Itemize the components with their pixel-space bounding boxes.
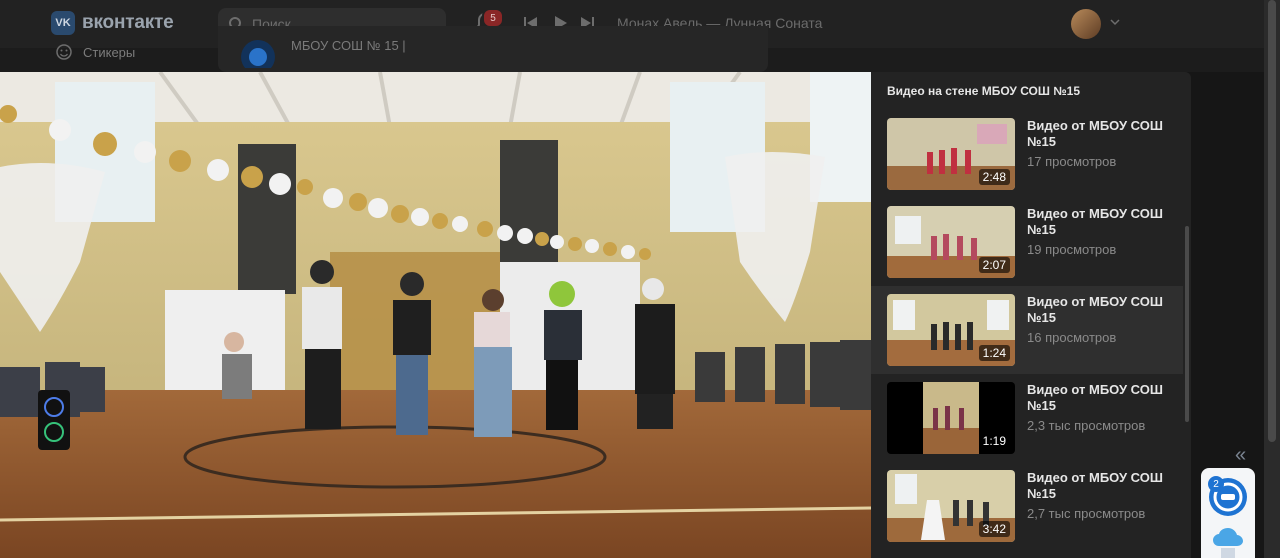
video-list-item-active[interactable]: 1:24 Видео от МБОУ СОШ №15 16 просмотров — [871, 286, 1183, 374]
related-videos-title: Видео на стене МБОУ СОШ №15 — [887, 84, 1081, 98]
video-views: 2,3 тыс просмотров — [1027, 418, 1146, 433]
video-title[interactable]: Видео от МБОУ СОШ №15 — [1027, 470, 1167, 502]
vk-logo[interactable]: VK вконтакте — [51, 11, 174, 35]
video-title[interactable]: Видео от МБОУ СОШ №15 — [1027, 382, 1167, 414]
vk-logo-icon: VK — [51, 11, 75, 35]
video-views: 16 просмотров — [1027, 330, 1117, 345]
post-author: МБОУ СОШ № 15 | — [291, 38, 406, 53]
avatar[interactable] — [1071, 9, 1101, 39]
widget-badge: 2 — [1208, 476, 1224, 492]
cloud-app-icon[interactable] — [1211, 526, 1245, 558]
stickers-label: Стикеры — [83, 44, 136, 60]
related-videos-scrollbar[interactable] — [1185, 226, 1189, 422]
related-videos-panel: Видео на стене МБОУ СОШ №15 2:48 Видео о… — [871, 72, 1191, 558]
video-list-item[interactable]: 2:07 Видео от МБОУ СОШ №15 19 просмотров — [871, 198, 1183, 286]
video-duration: 2:07 — [978, 257, 1010, 273]
video-title[interactable]: Видео от МБОУ СОШ №15 — [1027, 294, 1167, 326]
video-views: 17 просмотров — [1027, 154, 1117, 169]
sticker-icon — [56, 44, 72, 60]
video-list-item[interactable]: 1:19 Видео от МБОУ СОШ №15 2,3 тыс просм… — [871, 374, 1183, 462]
video-thumbnail[interactable]: 2:07 — [887, 206, 1015, 278]
video-thumbnail[interactable]: 1:19 — [887, 382, 1015, 454]
video-duration: 1:19 — [978, 433, 1010, 449]
video-thumbnail[interactable]: 2:48 — [887, 118, 1015, 190]
video-views: 2,7 тыс просмотров — [1027, 506, 1146, 521]
video-duration: 2:48 — [978, 169, 1010, 185]
video-player[interactable] — [0, 72, 871, 558]
chevron-down-icon[interactable] — [1110, 18, 1120, 26]
page-scrollbar-thumb[interactable] — [1268, 0, 1276, 442]
notifications-badge: 5 — [482, 8, 504, 28]
stickers-menu-item[interactable]: Стикеры — [55, 43, 135, 61]
video-title[interactable]: Видео от МБОУ СОШ №15 — [1027, 206, 1167, 238]
video-duration: 1:24 — [978, 345, 1010, 361]
video-frame — [0, 72, 871, 558]
video-thumbnail[interactable]: 3:42 — [887, 470, 1015, 542]
video-thumbnail[interactable]: 1:24 — [887, 294, 1015, 366]
video-list-item[interactable]: 2:48 Видео от МБОУ СОШ №15 17 просмотров — [871, 110, 1183, 198]
page-scrollbar[interactable] — [1264, 0, 1280, 558]
brand-name: вконтакте — [82, 12, 174, 33]
video-views: 19 просмотров — [1027, 242, 1117, 257]
school-logo-icon — [241, 40, 275, 68]
video-duration: 3:42 — [978, 521, 1010, 537]
video-list-item[interactable]: 3:42 Видео от МБОУ СОШ №15 2,7 тыс просм… — [871, 462, 1183, 550]
video-title[interactable]: Видео от МБОУ СОШ №15 — [1027, 118, 1167, 150]
collapse-panel-icon[interactable]: « — [1235, 444, 1246, 467]
